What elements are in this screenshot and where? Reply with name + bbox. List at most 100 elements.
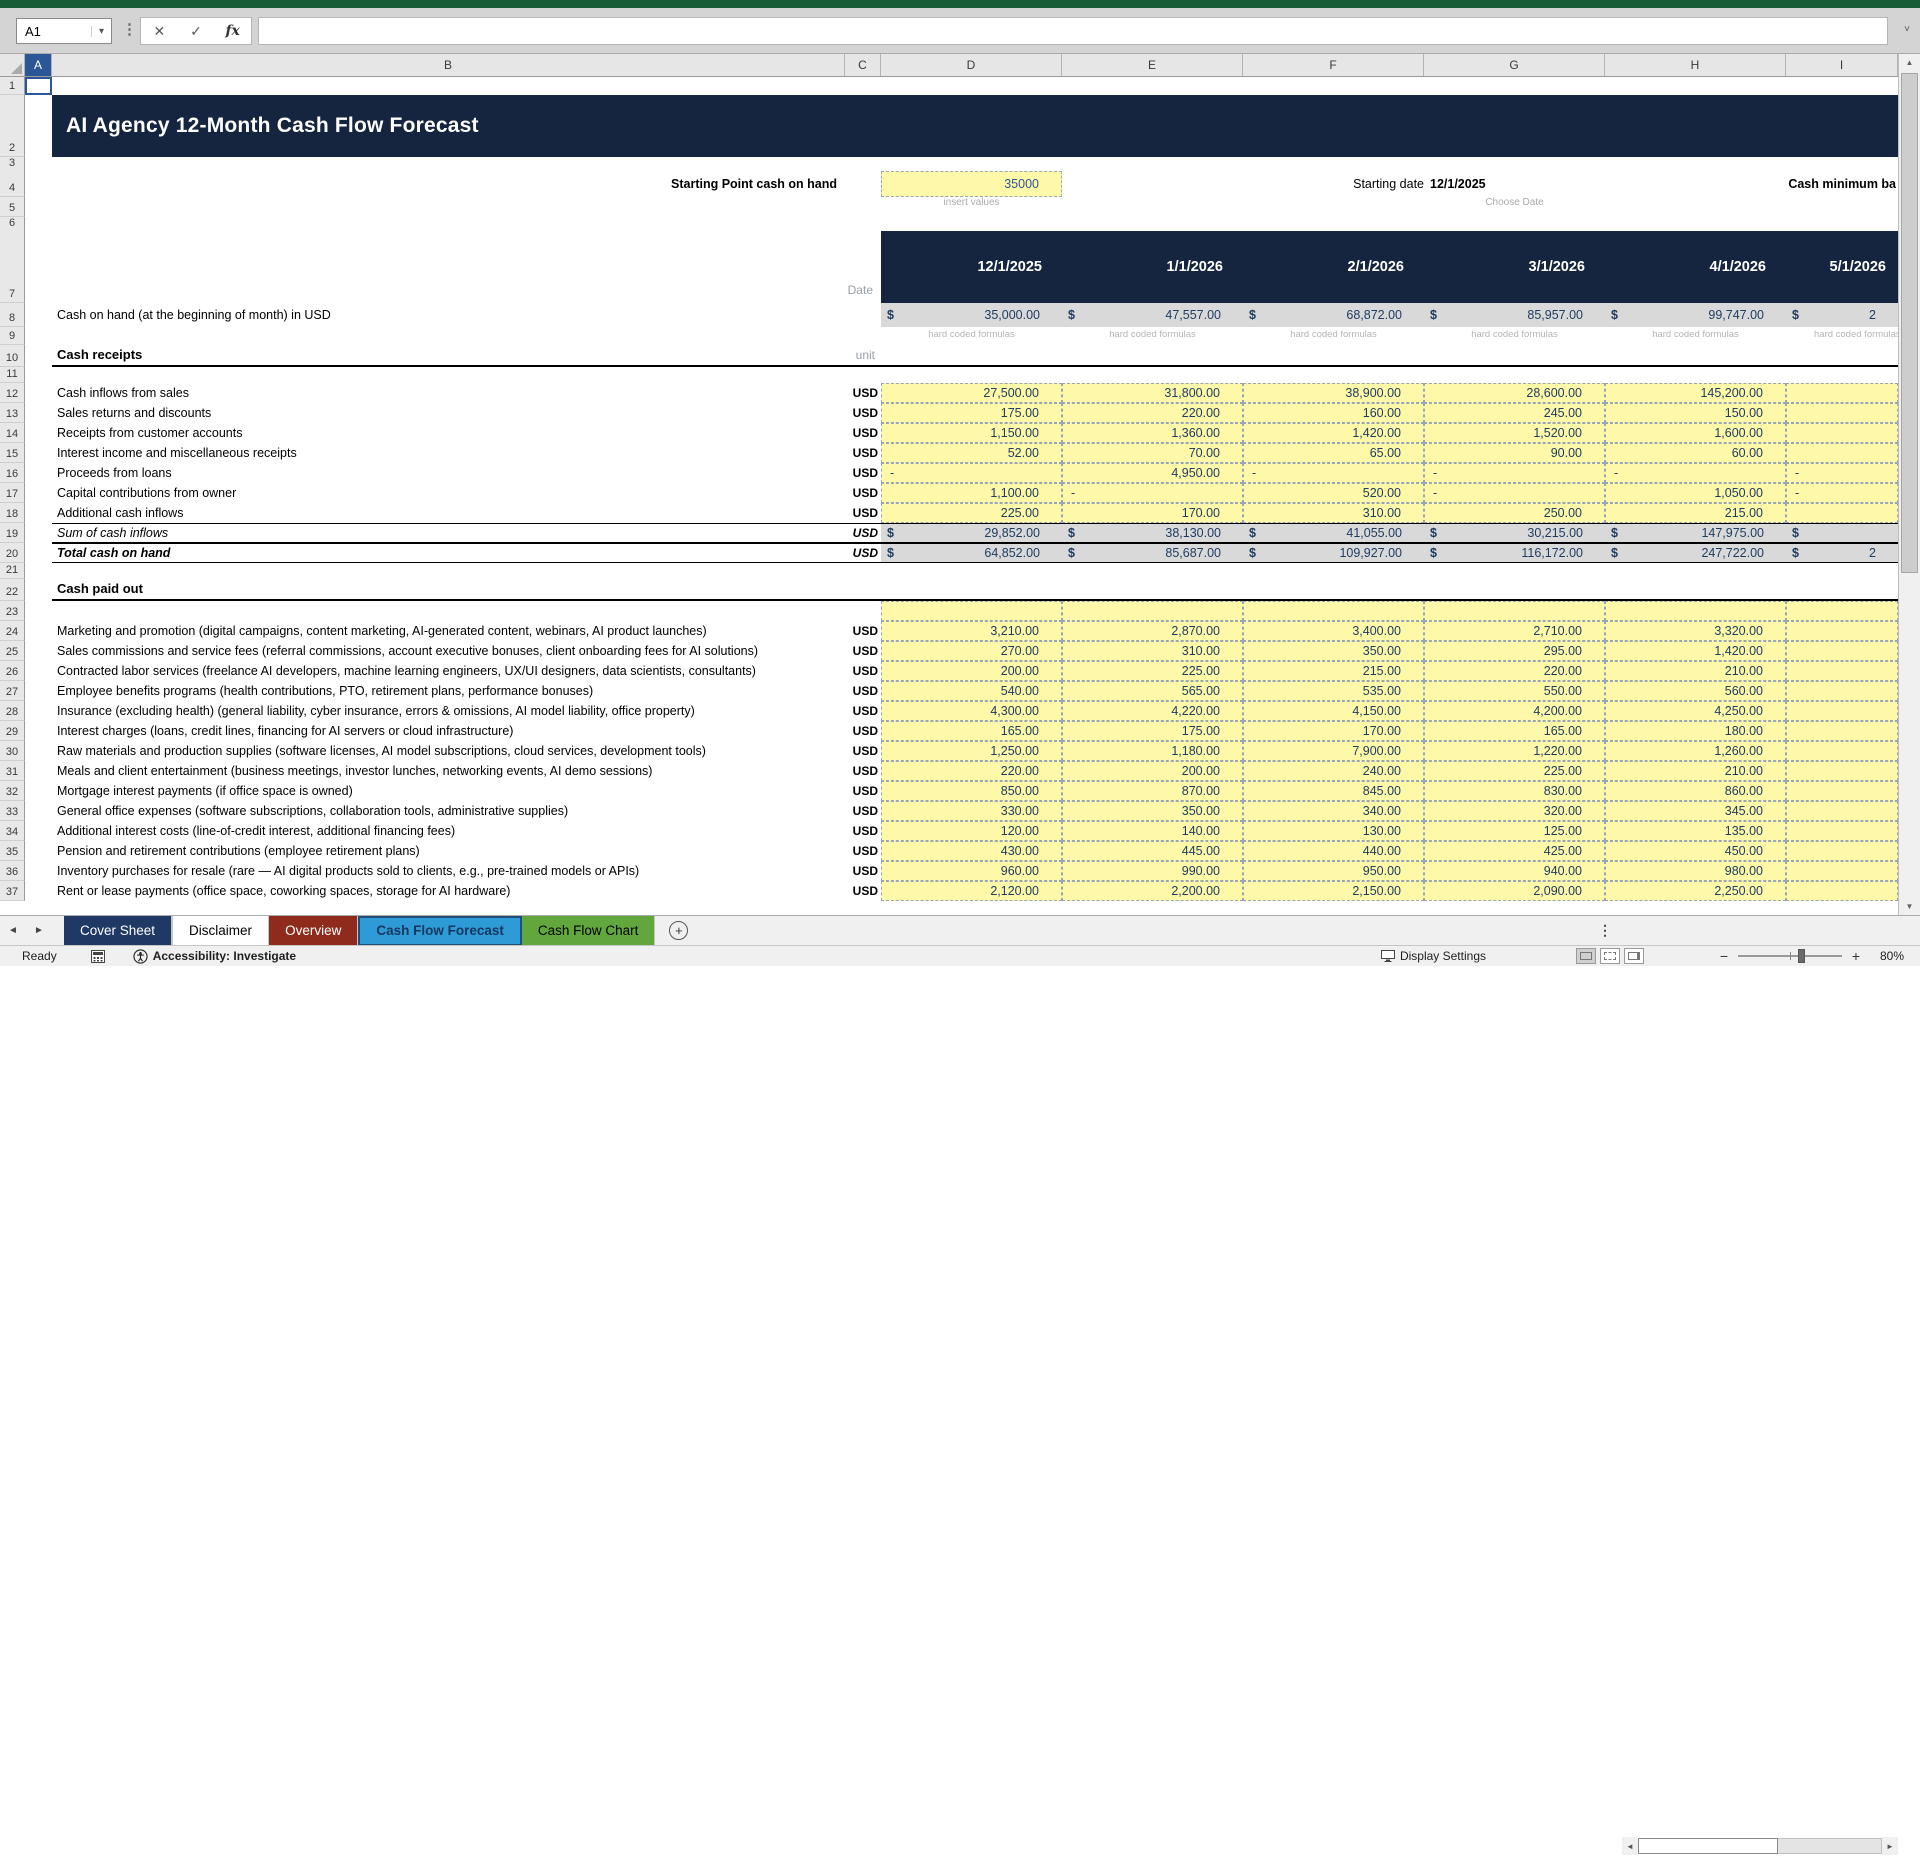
input-cell-empty[interactable] <box>1424 601 1605 621</box>
input-cell[interactable]: 210.00 <box>1605 761 1786 781</box>
column-header-a[interactable]: A <box>25 54 52 76</box>
input-cell[interactable]: - <box>881 463 1062 483</box>
input-cell[interactable]: - <box>1605 463 1786 483</box>
line-item-label[interactable]: Additional cash inflows <box>52 503 845 523</box>
sum-of-cash-inflows-cell[interactable]: $38,130.00 <box>1062 524 1243 542</box>
input-cell[interactable]: 540.00 <box>881 681 1062 701</box>
input-cell[interactable]: 145,200.00 <box>1605 383 1786 403</box>
input-cell[interactable] <box>1786 781 1898 801</box>
scroll-down-icon[interactable]: ▼ <box>1899 898 1920 915</box>
input-cell[interactable]: 850.00 <box>881 781 1062 801</box>
input-cell[interactable] <box>1786 741 1898 761</box>
input-cell[interactable] <box>1786 861 1898 881</box>
input-cell[interactable]: 175.00 <box>881 403 1062 423</box>
input-cell[interactable]: 980.00 <box>1605 861 1786 881</box>
tab-cover-sheet[interactable]: Cover Sheet <box>64 915 173 946</box>
row-header[interactable]: 12 <box>0 383 25 403</box>
input-cell[interactable] <box>1786 383 1898 403</box>
line-item-label[interactable]: Rent or lease payments (office space, co… <box>52 881 845 901</box>
input-cell[interactable]: 220.00 <box>1062 403 1243 423</box>
input-cell[interactable] <box>1786 701 1898 721</box>
row-header[interactable]: 21 <box>0 563 25 579</box>
input-cell[interactable]: 70.00 <box>1062 443 1243 463</box>
zoom-slider[interactable] <box>1738 949 1842 963</box>
input-cell[interactable]: 150.00 <box>1605 403 1786 423</box>
column-header-i[interactable]: I <box>1786 54 1898 76</box>
cancel-icon[interactable]: ✕ <box>144 23 174 40</box>
selected-cell-a1[interactable] <box>25 77 52 95</box>
input-cell[interactable] <box>1786 503 1898 523</box>
input-cell[interactable]: 2,200.00 <box>1062 881 1243 901</box>
input-cell[interactable]: 350.00 <box>1062 801 1243 821</box>
row-header[interactable]: 23 <box>0 601 25 621</box>
input-cell[interactable]: 3,320.00 <box>1605 621 1786 641</box>
line-item-label[interactable]: Capital contributions from owner <box>52 483 845 503</box>
total-cash-on-hand-cell[interactable]: $247,722.00 <box>1605 544 1786 562</box>
input-cell[interactable]: 1,420.00 <box>1243 423 1424 443</box>
line-item-label[interactable]: Raw materials and production supplies (s… <box>52 741 845 761</box>
row-header[interactable]: 22 <box>0 579 25 601</box>
cash-on-hand-cell[interactable]: $68,872.00 <box>1243 303 1424 327</box>
input-cell[interactable]: 320.00 <box>1424 801 1605 821</box>
input-cell[interactable] <box>1786 661 1898 681</box>
input-cell[interactable] <box>1786 801 1898 821</box>
line-item-label[interactable]: Interest income and miscellaneous receip… <box>52 443 845 463</box>
row-header[interactable]: 35 <box>0 841 25 861</box>
zoom-out-icon[interactable]: − <box>1718 948 1730 964</box>
input-cell[interactable] <box>1786 641 1898 661</box>
input-cell[interactable]: 860.00 <box>1605 781 1786 801</box>
input-cell[interactable]: 440.00 <box>1243 841 1424 861</box>
cash-on-hand-cell[interactable]: $2 <box>1786 303 1898 327</box>
month-header-cell[interactable]: 4/1/2026 <box>1605 231 1786 303</box>
input-cell[interactable]: 450.00 <box>1605 841 1786 861</box>
title-banner-cell[interactable]: AI Agency 12-Month Cash Flow Forecast <box>52 95 1898 157</box>
input-cell[interactable]: 220.00 <box>1424 661 1605 681</box>
input-cell[interactable]: 4,950.00 <box>1062 463 1243 483</box>
input-cell[interactable]: 845.00 <box>1243 781 1424 801</box>
sum-of-cash-inflows-cell[interactable]: $ <box>1786 524 1898 542</box>
input-cell[interactable]: 1,100.00 <box>881 483 1062 503</box>
line-item-label[interactable]: Receipts from customer accounts <box>52 423 845 443</box>
month-header-cell[interactable]: 12/1/2025 <box>881 231 1062 303</box>
input-cell[interactable]: 140.00 <box>1062 821 1243 841</box>
input-cell[interactable] <box>1786 443 1898 463</box>
input-cell-empty[interactable] <box>881 601 1062 621</box>
input-cell[interactable]: 550.00 <box>1424 681 1605 701</box>
input-cell[interactable]: 165.00 <box>1424 721 1605 741</box>
row-header[interactable]: 1 <box>0 77 25 95</box>
row-header[interactable]: 3 <box>0 157 25 172</box>
input-cell[interactable]: 565.00 <box>1062 681 1243 701</box>
insert-function-icon[interactable]: fx <box>218 23 248 39</box>
sum-of-cash-inflows-cell[interactable]: $41,055.00 <box>1243 524 1424 542</box>
input-cell[interactable] <box>1786 841 1898 861</box>
input-cell[interactable] <box>1786 423 1898 443</box>
cash-on-hand-cell[interactable]: $35,000.00 <box>881 303 1062 327</box>
scroll-right-icon[interactable]: ► <box>1882 1837 1898 1855</box>
line-item-label[interactable]: Employee benefits programs (health contr… <box>52 681 845 701</box>
row-header[interactable]: 27 <box>0 681 25 701</box>
sum-of-cash-inflows-label[interactable]: Sum of cash inflows <box>52 523 845 543</box>
input-cell[interactable]: 175.00 <box>1062 721 1243 741</box>
input-cell[interactable]: 940.00 <box>1424 861 1605 881</box>
row-header[interactable]: 5 <box>0 197 25 217</box>
tab-cash-flow-chart[interactable]: Cash Flow Chart <box>521 915 656 946</box>
input-cell[interactable]: 135.00 <box>1605 821 1786 841</box>
row-header[interactable]: 10 <box>0 345 25 367</box>
input-cell[interactable]: 830.00 <box>1424 781 1605 801</box>
tab-cash-flow-forecast[interactable]: Cash Flow Forecast <box>358 915 522 946</box>
row-header[interactable]: 25 <box>0 641 25 661</box>
scroll-up-icon[interactable]: ▲ <box>1899 54 1920 71</box>
input-cell[interactable]: 240.00 <box>1243 761 1424 781</box>
input-cell[interactable]: 1,260.00 <box>1605 741 1786 761</box>
input-cell[interactable]: 4,250.00 <box>1605 701 1786 721</box>
input-cell[interactable]: 1,250.00 <box>881 741 1062 761</box>
input-cell[interactable]: 1,180.00 <box>1062 741 1243 761</box>
input-cell[interactable]: 295.00 <box>1424 641 1605 661</box>
tabbar-ellipsis-icon[interactable]: ⋮ <box>1598 922 1612 939</box>
row-header[interactable]: 30 <box>0 741 25 761</box>
line-item-label[interactable]: Inventory purchases for resale (rare — A… <box>52 861 845 881</box>
input-cell[interactable] <box>1786 721 1898 741</box>
line-item-label[interactable]: Meals and client entertainment (business… <box>52 761 845 781</box>
row-header[interactable]: 7 <box>0 231 25 303</box>
input-cell[interactable]: 1,220.00 <box>1424 741 1605 761</box>
